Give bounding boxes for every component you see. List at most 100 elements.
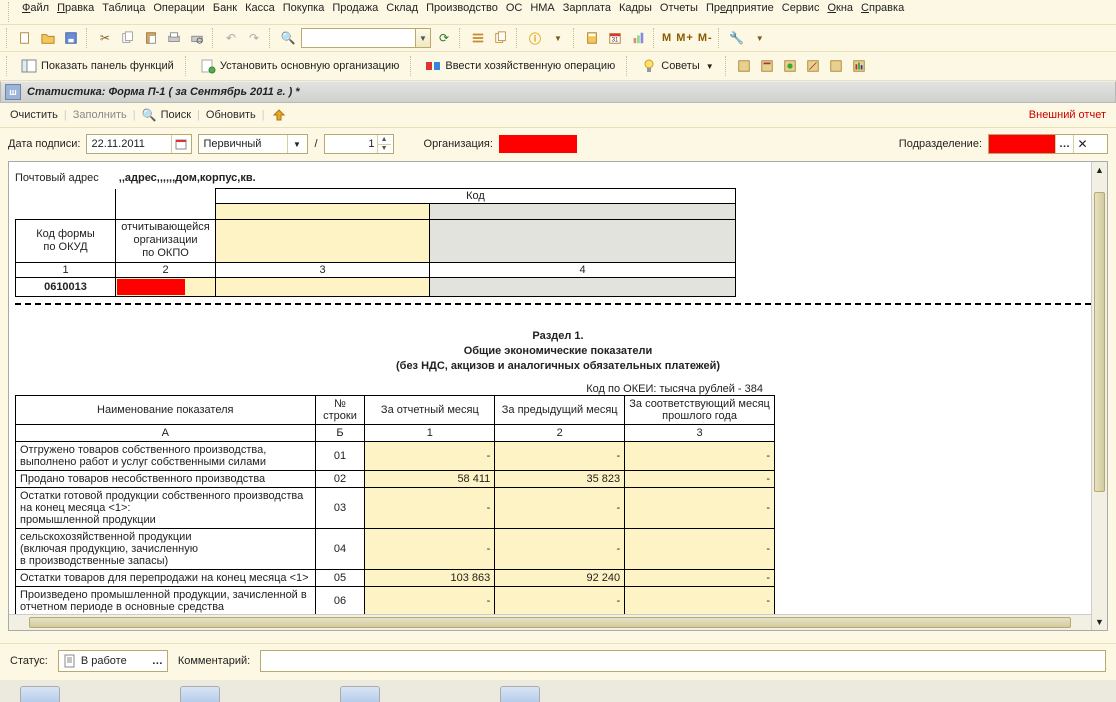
search-combo[interactable]: ▼ <box>301 28 431 48</box>
advices-button[interactable]: Советы ▼ <box>635 55 719 77</box>
menu-file[interactable]: Файл <box>22 2 49 22</box>
open-folder-icon[interactable] <box>38 28 58 48</box>
settings-icon[interactable]: 🔧 <box>727 28 747 48</box>
chart-icon[interactable] <box>628 28 648 48</box>
menu-os[interactable]: ОС <box>506 2 523 22</box>
menu-edit[interactable]: Правка <box>57 2 94 22</box>
calc-icon[interactable] <box>582 28 602 48</box>
fill-button[interactable]: Заполнить <box>67 107 133 123</box>
dropdown-icon[interactable]: ▼ <box>415 29 430 47</box>
menu-salary[interactable]: Зарплата <box>563 2 611 22</box>
scroll-thumb-x[interactable] <box>29 617 1071 628</box>
menu-stock[interactable]: Склад <box>386 2 418 22</box>
copy-list-icon[interactable] <box>491 28 511 48</box>
find-button[interactable]: 🔍Поиск <box>136 106 197 124</box>
table-row[interactable]: Остатки товаров для перепродажи на конец… <box>16 569 775 586</box>
enter-op-label: Ввести хозяйственную операцию <box>445 60 615 72</box>
dots-icon[interactable]: … <box>1055 135 1073 153</box>
report4-icon[interactable] <box>803 56 823 76</box>
menu-service[interactable]: Сервис <box>782 2 820 22</box>
report3-icon[interactable] <box>780 56 800 76</box>
print-icon[interactable] <box>164 28 184 48</box>
undo-icon[interactable]: ↶ <box>221 28 241 48</box>
data-table[interactable]: Наименование показателя № строки За отче… <box>15 395 775 631</box>
dropdown-help-icon[interactable]: ▼ <box>548 28 568 48</box>
redo-icon[interactable]: ↷ <box>244 28 264 48</box>
show-panel-button[interactable]: Показать панель функций <box>15 55 180 77</box>
date-sign-input[interactable]: 22.11.2011 <box>86 134 192 154</box>
scroll-down-icon[interactable]: ▼ <box>1092 614 1107 630</box>
settings-dd-icon[interactable]: ▼ <box>750 28 770 48</box>
zoom-icon[interactable]: 🔍 <box>278 28 298 48</box>
tab-3[interactable] <box>340 686 380 702</box>
report1-icon[interactable] <box>734 56 754 76</box>
refresh-icon[interactable]: ⟳ <box>434 28 454 48</box>
okei-note: Код по ОКЕИ: тысяча рублей - 384 <box>15 383 775 395</box>
tab-1[interactable] <box>20 686 60 702</box>
status-field[interactable]: В работе … <box>58 650 168 672</box>
set-org-button[interactable]: Установить основную организацию <box>194 55 406 77</box>
svg-text:31: 31 <box>612 37 619 44</box>
sep <box>86 28 90 48</box>
vertical-scrollbar[interactable]: ▲ ▼ <box>1091 162 1107 630</box>
clear-button[interactable]: Очистить <box>4 107 64 123</box>
refresh-button[interactable]: Обновить <box>200 107 262 123</box>
save-disk-icon[interactable] <box>61 28 81 48</box>
dropdown-icon[interactable]: ▼ <box>287 135 305 153</box>
menu-buy[interactable]: Покупка <box>283 2 325 22</box>
menu-bank[interactable]: Банк <box>213 2 237 22</box>
preview-icon[interactable] <box>187 28 207 48</box>
menu-hr[interactable]: Кадры <box>619 2 652 22</box>
enter-op-button[interactable]: Ввести хозяйственную операцию <box>419 55 621 77</box>
tab-4[interactable] <box>500 686 540 702</box>
menu-company[interactable]: Предприятие <box>706 2 774 22</box>
help-icon[interactable]: ⓘ <box>525 28 545 48</box>
menu-nma[interactable]: НМА <box>530 2 554 22</box>
table-row[interactable]: сельскохозяйственной продукции (включая … <box>16 528 775 569</box>
tab-2[interactable] <box>180 686 220 702</box>
calendar-icon[interactable]: 31 <box>605 28 625 48</box>
menu-ops[interactable]: Операции <box>153 2 204 22</box>
table-row[interactable]: Произведено промышленной продукции, зачи… <box>16 586 775 615</box>
menu-reports[interactable]: Отчеты <box>660 2 698 22</box>
menu-cash[interactable]: Касса <box>245 2 275 22</box>
scroll-thumb[interactable] <box>1094 192 1105 492</box>
report5-icon[interactable] <box>826 56 846 76</box>
new-doc-icon[interactable] <box>15 28 35 48</box>
horizontal-scrollbar[interactable] <box>9 614 1091 630</box>
paste-icon[interactable] <box>141 28 161 48</box>
external-report-label: Внешний отчет <box>1023 107 1112 123</box>
memory-buttons[interactable]: M M+ M- <box>662 32 713 44</box>
scroll-up-icon[interactable]: ▲ <box>1092 162 1107 178</box>
report6-icon[interactable] <box>849 56 869 76</box>
spinner[interactable]: ▲▼ <box>377 135 391 153</box>
window-tabs <box>0 680 1116 702</box>
form-toolbar: Очистить | Заполнить | 🔍Поиск | Обновить… <box>0 103 1116 128</box>
sep <box>185 56 189 76</box>
menu-sell[interactable]: Продажа <box>332 2 378 22</box>
menu-windows[interactable]: Окна <box>827 2 853 22</box>
calendar-btn-icon[interactable] <box>171 135 189 153</box>
cut-icon[interactable]: ✂ <box>95 28 115 48</box>
table-row[interactable]: Продано товаров несобственного производс… <box>16 470 775 487</box>
correction-num-input[interactable]: 1 ▲▼ <box>324 134 394 154</box>
copy-icon[interactable] <box>118 28 138 48</box>
report-kind-combo[interactable]: Первичный ▼ <box>198 134 308 154</box>
header-table: Код Код формыпо ОКУД отчитывающейсяорган… <box>15 188 736 297</box>
clear-x-icon[interactable]: ✕ <box>1073 135 1091 153</box>
menu-help[interactable]: Справка <box>861 2 904 22</box>
main-menu: Файл Правка Таблица Операции Банк Касса … <box>0 0 1116 25</box>
status-label: Статус: <box>10 655 48 667</box>
expand-button[interactable] <box>265 105 293 125</box>
table-row[interactable]: Остатки готовой продукции собственного п… <box>16 487 775 528</box>
menu-prod[interactable]: Производство <box>426 2 498 22</box>
report2-icon[interactable] <box>757 56 777 76</box>
status-doc-icon <box>63 654 77 668</box>
table-row[interactable]: Отгружено товаров собственного производс… <box>16 441 775 470</box>
comment-input[interactable] <box>260 650 1106 672</box>
division-input[interactable]: … ✕ <box>988 134 1108 154</box>
menu-table[interactable]: Таблица <box>102 2 145 22</box>
list-icon[interactable] <box>468 28 488 48</box>
sep <box>410 56 414 76</box>
dots-icon[interactable]: … <box>152 655 163 667</box>
